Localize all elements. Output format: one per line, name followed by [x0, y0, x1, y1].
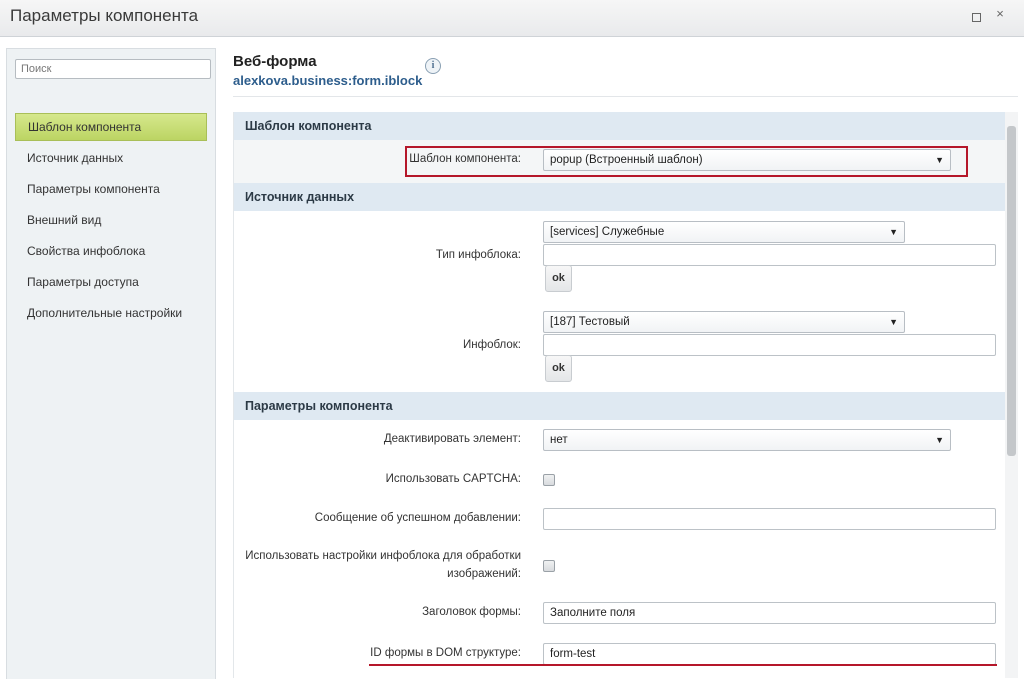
component-title: Веб-форма — [233, 53, 317, 70]
sidebar: Шаблон компонента Источник данных Параме… — [6, 48, 216, 679]
sidebar-item-iblock-props[interactable]: Свойства инфоблока — [15, 237, 207, 265]
iblock-type-select-value: [services] Служебные — [550, 226, 665, 238]
iblock-label: Инфоблок: — [462, 339, 521, 351]
iblock-settings-checkbox[interactable] — [543, 560, 555, 572]
highlight-box — [405, 146, 968, 177]
iblock-ok-button[interactable]: ok — [545, 355, 572, 382]
deactivate-select[interactable]: нет ▼ — [543, 429, 951, 451]
sidebar-item-appearance[interactable]: Внешний вид — [15, 206, 207, 234]
highlight-underline — [369, 664, 997, 666]
close-icon[interactable]: × — [995, 7, 1005, 20]
iblock-settings-label-line1: Использовать настройки инфоблока для обр… — [245, 550, 521, 562]
sidebar-item-params[interactable]: Параметры компонента — [15, 175, 207, 203]
search-input[interactable] — [15, 59, 211, 79]
dropdown-arrow-icon: ▼ — [889, 227, 898, 237]
dropdown-arrow-icon: ▼ — [889, 317, 898, 327]
iblock-type-select[interactable]: [services] Служебные ▼ — [543, 221, 905, 243]
form-id-input[interactable]: form-test — [543, 643, 996, 665]
sidebar-item-access[interactable]: Параметры доступа — [15, 268, 207, 296]
scrollbar-thumb[interactable] — [1007, 126, 1016, 456]
window-titlebar: Параметры компонента × — [0, 0, 1024, 37]
sidebar-item-additional[interactable]: Дополнительные настройки — [15, 299, 207, 327]
sidebar-item-template[interactable]: Шаблон компонента — [15, 113, 207, 141]
panel-scrollbar[interactable] — [1005, 112, 1018, 678]
form-title-input[interactable]: Заполните поля — [543, 602, 996, 624]
maximize-icon[interactable] — [971, 12, 981, 22]
deactivate-select-value: нет — [550, 434, 568, 446]
section-header-template: Шаблон компонента — [234, 112, 1006, 140]
captcha-label: Использовать CAPTCHA: — [385, 473, 521, 485]
deactivate-label: Деактивировать элемент: — [383, 433, 521, 445]
section-header-datasource: Источник данных — [234, 183, 1006, 211]
form-id-label: ID формы в DOM структуре: — [370, 647, 521, 659]
settings-panel: Шаблон компонента Шаблон компонента: pop… — [233, 112, 1006, 678]
info-icon[interactable]: i — [425, 58, 441, 74]
iblock-type-label: Тип инфоблока: — [435, 249, 521, 261]
header-divider — [233, 96, 1018, 97]
form-title-label: Заголовок формы: — [422, 606, 521, 618]
iblock-type-ok-button[interactable]: ok — [545, 265, 572, 292]
sidebar-nav: Шаблон компонента Источник данных Параме… — [15, 113, 207, 330]
iblock-type-custom-input[interactable] — [543, 244, 996, 266]
dropdown-arrow-icon: ▼ — [935, 435, 944, 445]
sidebar-item-datasource[interactable]: Источник данных — [15, 144, 207, 172]
success-message-label: Сообщение об успешном добавлении: — [314, 512, 521, 524]
section-header-params: Параметры компонента — [234, 392, 1006, 420]
iblock-settings-label-line2: изображений: — [447, 568, 521, 580]
iblock-custom-input[interactable] — [543, 334, 996, 356]
component-code: alexkova.business:form.iblock — [233, 73, 423, 88]
iblock-select[interactable]: [187] Тестовый ▼ — [543, 311, 905, 333]
window-title: Параметры компонента — [10, 6, 199, 25]
success-message-input[interactable] — [543, 508, 996, 530]
captcha-checkbox[interactable] — [543, 474, 555, 486]
iblock-select-value: [187] Тестовый — [550, 316, 630, 328]
